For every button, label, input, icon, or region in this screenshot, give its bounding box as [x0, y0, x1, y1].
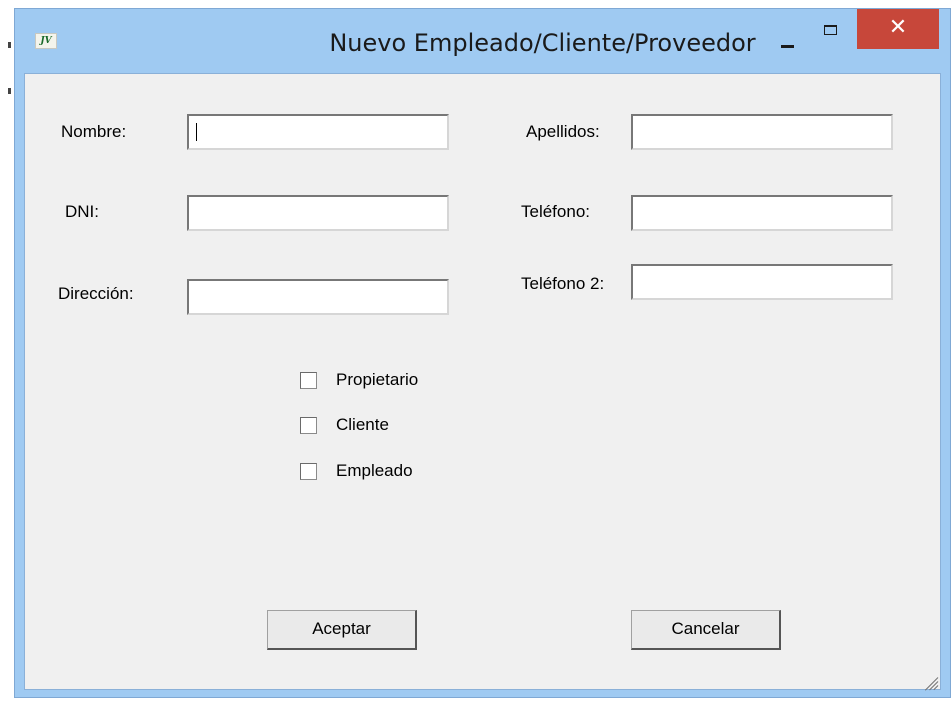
cliente-checkbox[interactable]: [300, 417, 317, 434]
apellidos-label: Apellidos:: [526, 122, 600, 141]
nombre-label: Nombre:: [61, 122, 127, 141]
telefono2-input[interactable]: [631, 264, 893, 300]
resize-grip-icon[interactable]: [920, 669, 939, 691]
direccion-input[interactable]: [187, 279, 449, 315]
propietario-label: Propietario: [336, 370, 419, 389]
desktop-background: [0, 0, 14, 706]
propietario-checkbox[interactable]: [300, 372, 317, 389]
direccion-label: Dirección:: [58, 284, 134, 303]
desktop-mark: [8, 88, 11, 94]
title-bar[interactable]: JV Nuevo Empleado/Cliente/Proveedor ✕: [15, 9, 950, 73]
telefono-input[interactable]: [631, 195, 893, 231]
desktop-mark: [8, 42, 11, 48]
close-icon: ✕: [888, 15, 908, 40]
cliente-label: Cliente: [336, 415, 389, 434]
close-button[interactable]: ✕: [857, 9, 939, 49]
telefono2-label: Teléfono 2:: [521, 274, 605, 293]
dialog-window: JV Nuevo Empleado/Cliente/Proveedor ✕ No…: [14, 8, 951, 698]
empleado-checkbox[interactable]: [300, 463, 317, 480]
maximize-button[interactable]: [813, 21, 849, 47]
cancelar-button[interactable]: Cancelar: [631, 610, 781, 650]
minimize-button[interactable]: [771, 31, 805, 57]
aceptar-button[interactable]: Aceptar: [267, 610, 417, 650]
text-cursor: [196, 123, 197, 141]
form-area: Nombre: Apellidos: DNI: Teléfono: Direcc…: [24, 73, 941, 691]
dni-input[interactable]: [187, 195, 449, 231]
empleado-label: Empleado: [336, 461, 413, 480]
window-title: Nuevo Empleado/Cliente/Proveedor: [329, 29, 756, 57]
dni-label: DNI:: [65, 202, 99, 221]
telefono-label: Teléfono:: [521, 202, 590, 221]
nombre-input[interactable]: [187, 114, 449, 150]
apellidos-input[interactable]: [631, 114, 893, 150]
